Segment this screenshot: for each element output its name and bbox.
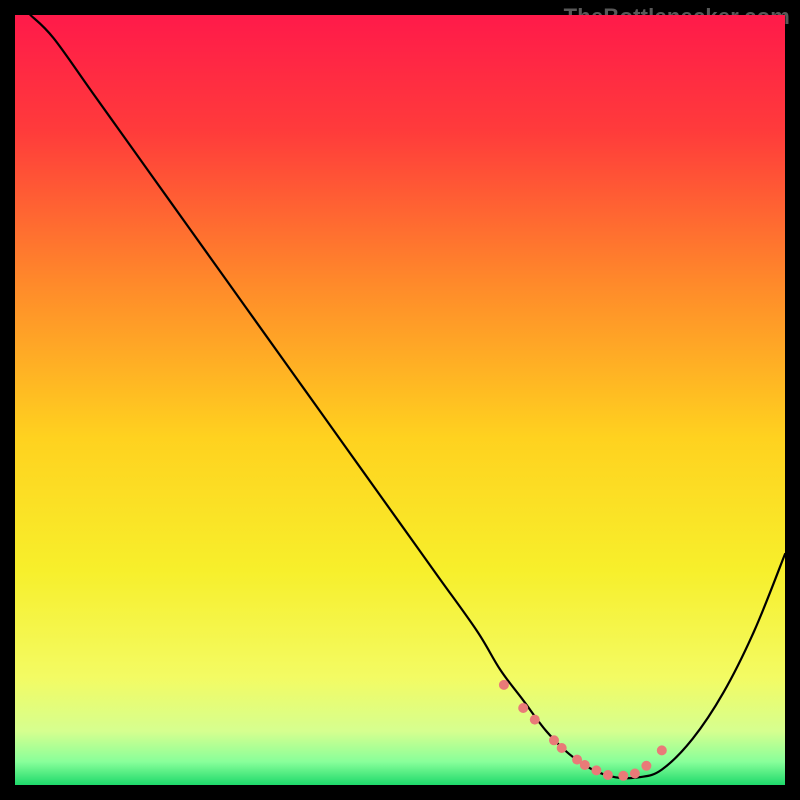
marker-dot [557,743,567,753]
marker-dot [580,760,590,770]
marker-dot [549,735,559,745]
marker-dot [630,769,640,779]
chart-container: TheBottlenecker.com [0,0,800,800]
plot-background [15,15,785,785]
marker-dot [530,715,540,725]
marker-dot [618,771,628,781]
marker-dot [499,680,509,690]
bottleneck-chart [0,0,800,800]
marker-dot [641,761,651,771]
marker-dot [657,745,667,755]
marker-dot [518,703,528,713]
marker-dot [603,770,613,780]
marker-dot [591,765,601,775]
